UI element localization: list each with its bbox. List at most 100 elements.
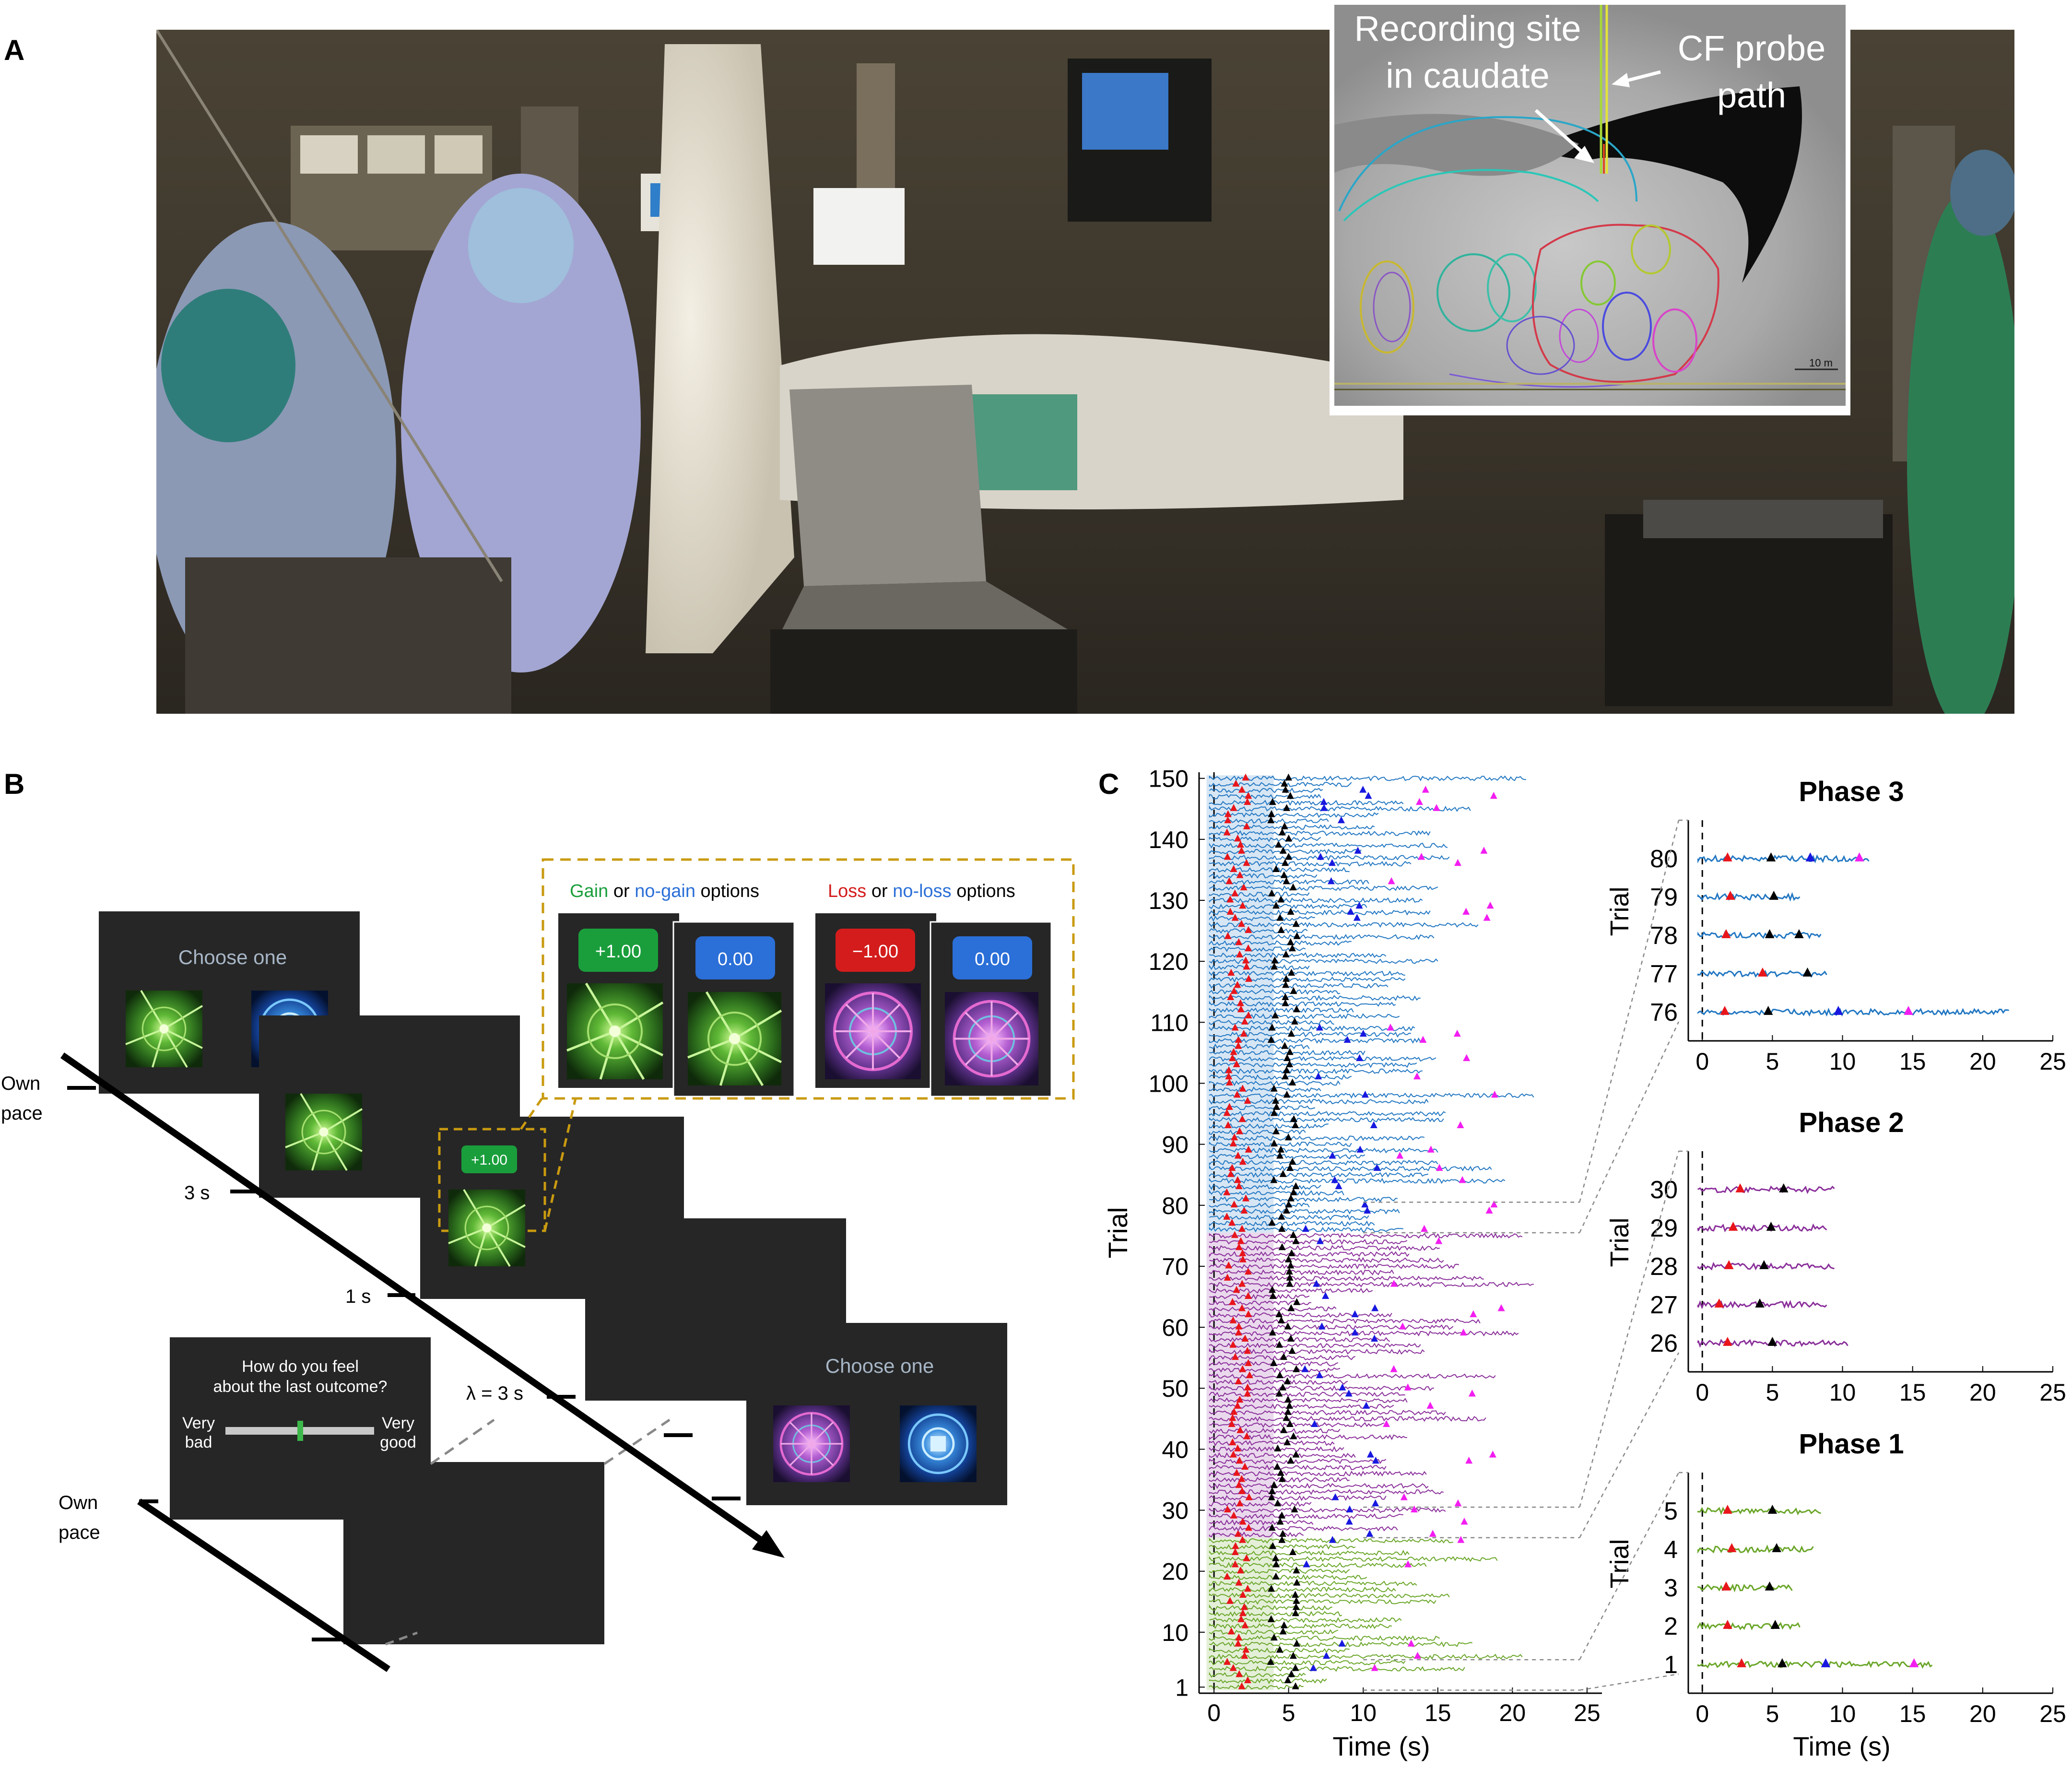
marker-blue	[1365, 791, 1372, 799]
marker-black	[1289, 1231, 1297, 1238]
marker-black	[1282, 999, 1289, 1006]
marker-magenta	[1418, 853, 1425, 860]
loss-or-word: or	[866, 881, 893, 901]
marker-red	[1723, 852, 1732, 861]
trial-label: 1	[1664, 1651, 1678, 1679]
marker-magenta	[1468, 1389, 1476, 1397]
trial-trace	[1697, 1660, 1933, 1669]
marker-black	[1290, 987, 1297, 994]
marker-black	[1287, 938, 1295, 945]
marker-blue	[1337, 816, 1345, 824]
nogain-word: no-gain	[635, 881, 695, 901]
marker-magenta	[1460, 1517, 1468, 1525]
marker-black	[1802, 967, 1813, 977]
x-tick-label: 5	[1766, 1700, 1779, 1727]
noloss-value: 0.00	[975, 949, 1010, 969]
y-tick-label: 60	[1162, 1314, 1189, 1341]
marker-black	[1277, 926, 1285, 933]
marker-blue	[1347, 908, 1354, 915]
marker-magenta	[1426, 1402, 1434, 1409]
marker-black	[1292, 920, 1300, 927]
trial-label: 3	[1664, 1574, 1678, 1602]
zoom-panel-3: Phase 1543210 5 10 15 20 25TrialTime (s)	[1605, 1428, 2066, 1761]
marker-red	[1721, 929, 1731, 938]
x-tick-label: 20	[1969, 1700, 1996, 1727]
purple-fractal-option	[773, 1405, 850, 1482]
y-tick-label: 1	[1175, 1674, 1189, 1701]
marker-black	[1293, 1005, 1300, 1013]
marker-blue	[1371, 1304, 1379, 1311]
marker-blue	[1346, 1505, 1354, 1513]
y-tick-label: 40	[1162, 1436, 1189, 1463]
rating-question-line-1: How do you feel	[242, 1357, 359, 1376]
marker-black	[1280, 1621, 1288, 1628]
marker-magenta	[1453, 1029, 1461, 1037]
marker-black	[1283, 877, 1290, 884]
marker-black	[1292, 1664, 1299, 1671]
own-pace-2-line-1: Own	[59, 1492, 98, 1513]
marker-red	[1721, 1581, 1731, 1591]
y-tick-label: 140	[1149, 826, 1189, 853]
gain-or-word: or	[608, 881, 635, 901]
marker-black	[1284, 1408, 1292, 1415]
marker-black	[1288, 1346, 1296, 1354]
marker-magenta	[1490, 791, 1497, 799]
cf-probe-line-2: path	[1717, 75, 1786, 115]
x-tick-label: 0	[1695, 1048, 1709, 1075]
marker-black	[1279, 1383, 1287, 1391]
loss-value: −1.00	[852, 942, 898, 962]
marker-black	[1274, 1444, 1282, 1451]
marker-blue	[1320, 804, 1328, 811]
gain-value: +1.00	[595, 942, 641, 962]
marker-black	[1292, 1182, 1300, 1190]
marker-blue	[1821, 1658, 1831, 1667]
marker-magenta	[1480, 847, 1488, 854]
marker-magenta	[1407, 1639, 1415, 1647]
very-bad-line-2: bad	[185, 1433, 212, 1451]
cf-probe-line-1: CF probe	[1678, 28, 1825, 68]
x-tick-label: 25	[2039, 1700, 2066, 1727]
marker-magenta	[1854, 852, 1864, 861]
connector	[1579, 1673, 1679, 1691]
x-tick-label: 0	[1695, 1700, 1709, 1727]
y-axis-label: Trial	[1103, 1207, 1133, 1259]
marker-black	[1278, 828, 1286, 836]
marker-blue	[1316, 1237, 1324, 1244]
marker-black	[1281, 859, 1289, 866]
marker-blue	[1318, 1322, 1326, 1330]
y-tick-label: 90	[1162, 1132, 1189, 1158]
panel-label-a: A	[4, 34, 25, 66]
loss-options-header: Loss or no-loss options	[828, 881, 1015, 901]
x-tick-label: 25	[2039, 1379, 2066, 1406]
marker-black	[1287, 1456, 1295, 1464]
marker-black	[1765, 929, 1775, 938]
y-tick-label: 110	[1150, 1009, 1189, 1036]
screen-blank-2	[343, 1462, 604, 1644]
marker-blue	[1335, 1182, 1342, 1190]
marker-magenta	[1413, 1072, 1421, 1080]
marker-magenta	[1460, 1328, 1467, 1336]
trial-label: 28	[1650, 1253, 1678, 1281]
marker-black	[1275, 1310, 1283, 1318]
y-tick-label: 20	[1162, 1558, 1189, 1585]
marker-black	[1282, 950, 1290, 957]
marker-magenta	[1483, 914, 1491, 921]
y-tick-label: 50	[1162, 1375, 1189, 1402]
marker-black	[1289, 1078, 1296, 1085]
marker-black	[1287, 1334, 1295, 1342]
marker-black	[1770, 1620, 1780, 1629]
marker-black	[1292, 1591, 1299, 1598]
marker-blue	[1303, 1560, 1310, 1568]
marker-black	[1278, 1511, 1286, 1519]
green-fractal-option	[126, 991, 202, 1067]
marker-black	[1280, 1426, 1287, 1433]
raster-chart: 11020304050607080901001101201301401500 5 1…	[1103, 766, 2066, 1761]
marker-magenta	[1489, 1451, 1496, 1458]
marker-magenta	[1433, 804, 1440, 811]
marker-magenta	[1390, 1365, 1398, 1372]
marker-black	[1283, 1090, 1291, 1098]
marker-black	[1289, 883, 1297, 891]
loss-options-word: options	[952, 881, 1015, 901]
marker-black	[1285, 1402, 1293, 1409]
choose-one-text-2: Choose one	[825, 1355, 934, 1377]
